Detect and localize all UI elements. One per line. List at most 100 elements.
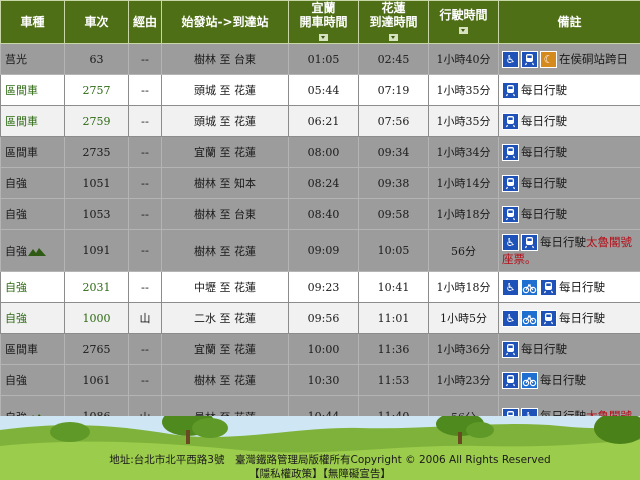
arrive-time: 09:58 [358, 198, 429, 230]
travel-duration: 1小時40分 [428, 43, 499, 75]
train-number[interactable]: 1051 [64, 167, 129, 199]
train-via: -- [128, 74, 162, 106]
note-text: 每日行駛 [521, 206, 567, 221]
header-duration[interactable]: 行駛時間 [428, 0, 499, 44]
train-icon [540, 278, 557, 296]
note-text: 每日行駛 [540, 372, 586, 387]
depart-time: 09:56 [288, 302, 359, 334]
train-route: 頭城 至 花蓮 [161, 74, 289, 106]
train-type: 自強 [0, 167, 65, 199]
note-text: 每日行駛 [559, 279, 605, 294]
train-number[interactable]: 2031 [64, 271, 129, 303]
train-type: 區間車 [0, 105, 65, 137]
table-row: 莒光 63 -- 樹林 至 台東 01:05 02:45 1小時40分 ♿ ☾ 在侯… [0, 43, 640, 75]
train-icon [502, 143, 519, 161]
train-number[interactable]: 1091 [64, 229, 129, 272]
header-note: 備註 [498, 0, 640, 44]
header-depart[interactable]: 宜蘭 開車時間 [288, 0, 359, 44]
train-note: ♿ ☾ 在侯硐站跨日 [498, 43, 640, 75]
train-note: ♿ 每日行駛太魯閣號 座票。 [498, 229, 640, 272]
train-via: -- [128, 167, 162, 199]
arrive-time: 10:05 [358, 229, 429, 272]
table-row: 區間車 2765 -- 宜蘭 至 花蓮 10:00 11:36 1小時36分 每… [0, 333, 640, 365]
table-row: 自強 1053 -- 樹林 至 台東 08:40 09:58 1小時18分 每日… [0, 198, 640, 230]
header-number: 車次 [64, 0, 129, 44]
bicycle-icon [521, 309, 538, 327]
arrive-time: 07:56 [358, 105, 429, 137]
train-note: 每日行駛 [498, 198, 640, 230]
travel-duration: 1小時36分 [428, 333, 499, 365]
travel-duration: 1小時14分 [428, 167, 499, 199]
table-row: 區間車 2757 -- 頭城 至 花蓮 05:44 07:19 1小時35分 每… [0, 74, 640, 106]
header-arrive[interactable]: 花蓮 到達時間 [358, 0, 429, 44]
footer-links[interactable]: 【隱私權政策】【無障礙宣告】 [0, 466, 640, 480]
train-number[interactable]: 2757 [64, 74, 129, 106]
train-icon [502, 81, 519, 99]
train-via: -- [128, 229, 162, 272]
timetable: 車種 車次 經由 始發站->到達站 宜蘭 開車時間 花蓮 到達時間 行駛時間 備… [0, 0, 640, 438]
train-via: -- [128, 364, 162, 396]
header-depart-line2: 開車時間 [299, 15, 348, 29]
arrive-time: 07:19 [358, 74, 429, 106]
train-number[interactable]: 2759 [64, 105, 129, 137]
train-number[interactable]: 2735 [64, 136, 129, 168]
train-note: 每日行駛 [498, 105, 640, 137]
train-type: 自強 [0, 302, 65, 334]
train-route: 頭城 至 花蓮 [161, 105, 289, 137]
header-route: 始發站->到達站 [161, 0, 289, 44]
header-depart-line1: 宜蘭 [311, 1, 336, 16]
travel-duration: 56分 [428, 229, 499, 272]
header-duration-label: 行駛時間 [439, 8, 488, 22]
train-via: 山 [128, 302, 162, 334]
train-note: 每日行駛 [498, 364, 640, 396]
train-type: 自強 [0, 364, 65, 396]
train-number[interactable]: 1000 [64, 302, 129, 334]
sort-down-icon[interactable] [389, 34, 398, 41]
train-route: 樹林 至 花蓮 [161, 229, 289, 272]
depart-time: 01:05 [288, 43, 359, 75]
table-row: 自強 1061 -- 樹林 至 花蓮 10:30 11:53 1小時23分 每日… [0, 364, 640, 396]
travel-duration: 1小時35分 [428, 74, 499, 106]
table-row: 區間車 2759 -- 頭城 至 花蓮 06:21 07:56 1小時35分 每… [0, 105, 640, 137]
note-warning: 太魯閣號 [586, 234, 632, 249]
train-via: -- [128, 333, 162, 365]
depart-time: 05:44 [288, 74, 359, 106]
train-number[interactable]: 1061 [64, 364, 129, 396]
table-row: 自強 2031 -- 中壢 至 花蓮 09:23 10:41 1小時18分 ♿ 每… [0, 271, 640, 303]
depart-time: 10:30 [288, 364, 359, 396]
train-type: 自強 [0, 229, 65, 272]
train-note: 每日行駛 [498, 333, 640, 365]
train-number[interactable]: 1053 [64, 198, 129, 230]
train-type: 區間車 [0, 333, 65, 365]
train-number[interactable]: 2765 [64, 333, 129, 365]
train-route: 樹林 至 花蓮 [161, 364, 289, 396]
train-icon [521, 50, 538, 68]
note-text: 每日行駛 [521, 175, 567, 190]
depart-time: 09:23 [288, 271, 359, 303]
depart-time: 08:40 [288, 198, 359, 230]
travel-duration: 1小時5分 [428, 302, 499, 334]
travel-duration: 1小時18分 [428, 198, 499, 230]
train-note: ♿ 每日行駛 [498, 271, 640, 303]
train-via: -- [128, 43, 162, 75]
depart-time: 09:09 [288, 229, 359, 272]
night-icon: ☾ [540, 50, 557, 68]
sort-down-icon[interactable] [459, 27, 468, 34]
train-via: -- [128, 271, 162, 303]
train-type: 自強 [0, 198, 65, 230]
train-icon [540, 309, 557, 327]
table-row: 自強 1091 -- 樹林 至 花蓮 09:09 10:05 56分 ♿ 每日行駛… [0, 229, 640, 272]
note-text: 每日行駛 [521, 113, 567, 128]
train-icon [502, 112, 519, 130]
train-route: 二水 至 花蓮 [161, 302, 289, 334]
train-number[interactable]: 63 [64, 43, 129, 75]
sort-down-icon[interactable] [319, 34, 328, 41]
train-route: 樹林 至 台東 [161, 43, 289, 75]
travel-duration: 1小時34分 [428, 136, 499, 168]
mountain-icon [28, 247, 46, 256]
train-icon [502, 340, 519, 358]
arrive-time: 09:38 [358, 167, 429, 199]
train-via: -- [128, 136, 162, 168]
travel-duration: 1小時35分 [428, 105, 499, 137]
arrive-time: 02:45 [358, 43, 429, 75]
